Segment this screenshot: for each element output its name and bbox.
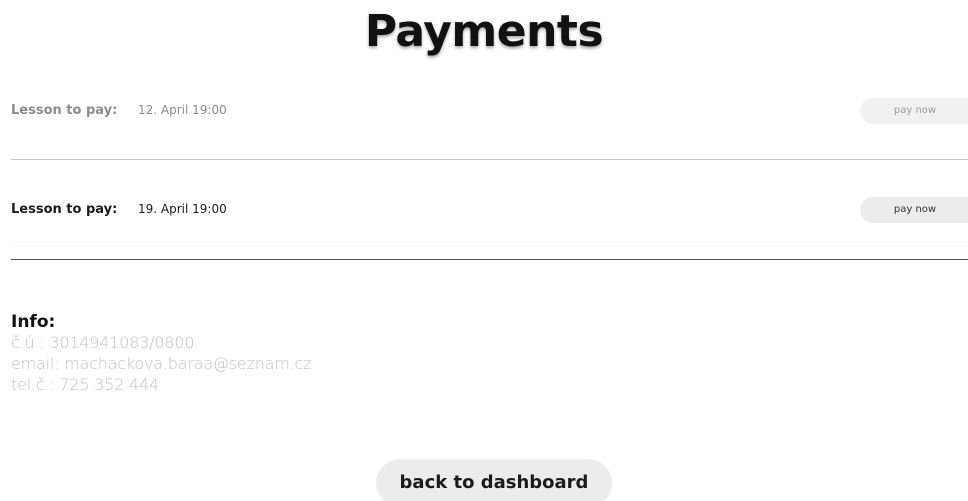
bank-account-text: č.ú.: 3014941083/0800 [11,333,195,352]
row-separator [11,245,968,246]
divider [11,259,968,260]
lesson-label: Lesson to pay: [11,103,118,118]
page-title: Payments [364,6,604,57]
email-text: email: machackova.baraa@seznam.cz [11,354,312,373]
lesson-datetime: 12. April 19:00 [138,103,227,117]
pay-now-button[interactable]: pay now [860,98,968,124]
phone-text: tel.č.: 725 352 444 [11,375,159,394]
divider [11,159,968,160]
lesson-row: Lesson to pay: 19. April 19:00 pay now [11,197,968,223]
lesson-datetime: 19. April 19:00 [138,202,227,216]
info-heading: Info: [11,312,56,332]
lesson-label: Lesson to pay: [11,202,118,217]
pay-now-button[interactable]: pay now [860,197,968,223]
info-section: Info: č.ú.: 3014941083/0800 email: macha… [11,312,312,395]
lesson-row: Lesson to pay: 12. April 19:00 pay now [11,98,968,124]
payments-page: Payments Lesson to pay: 12. April 19:00 … [0,0,968,501]
back-to-dashboard-button[interactable]: back to dashboard [376,459,612,501]
